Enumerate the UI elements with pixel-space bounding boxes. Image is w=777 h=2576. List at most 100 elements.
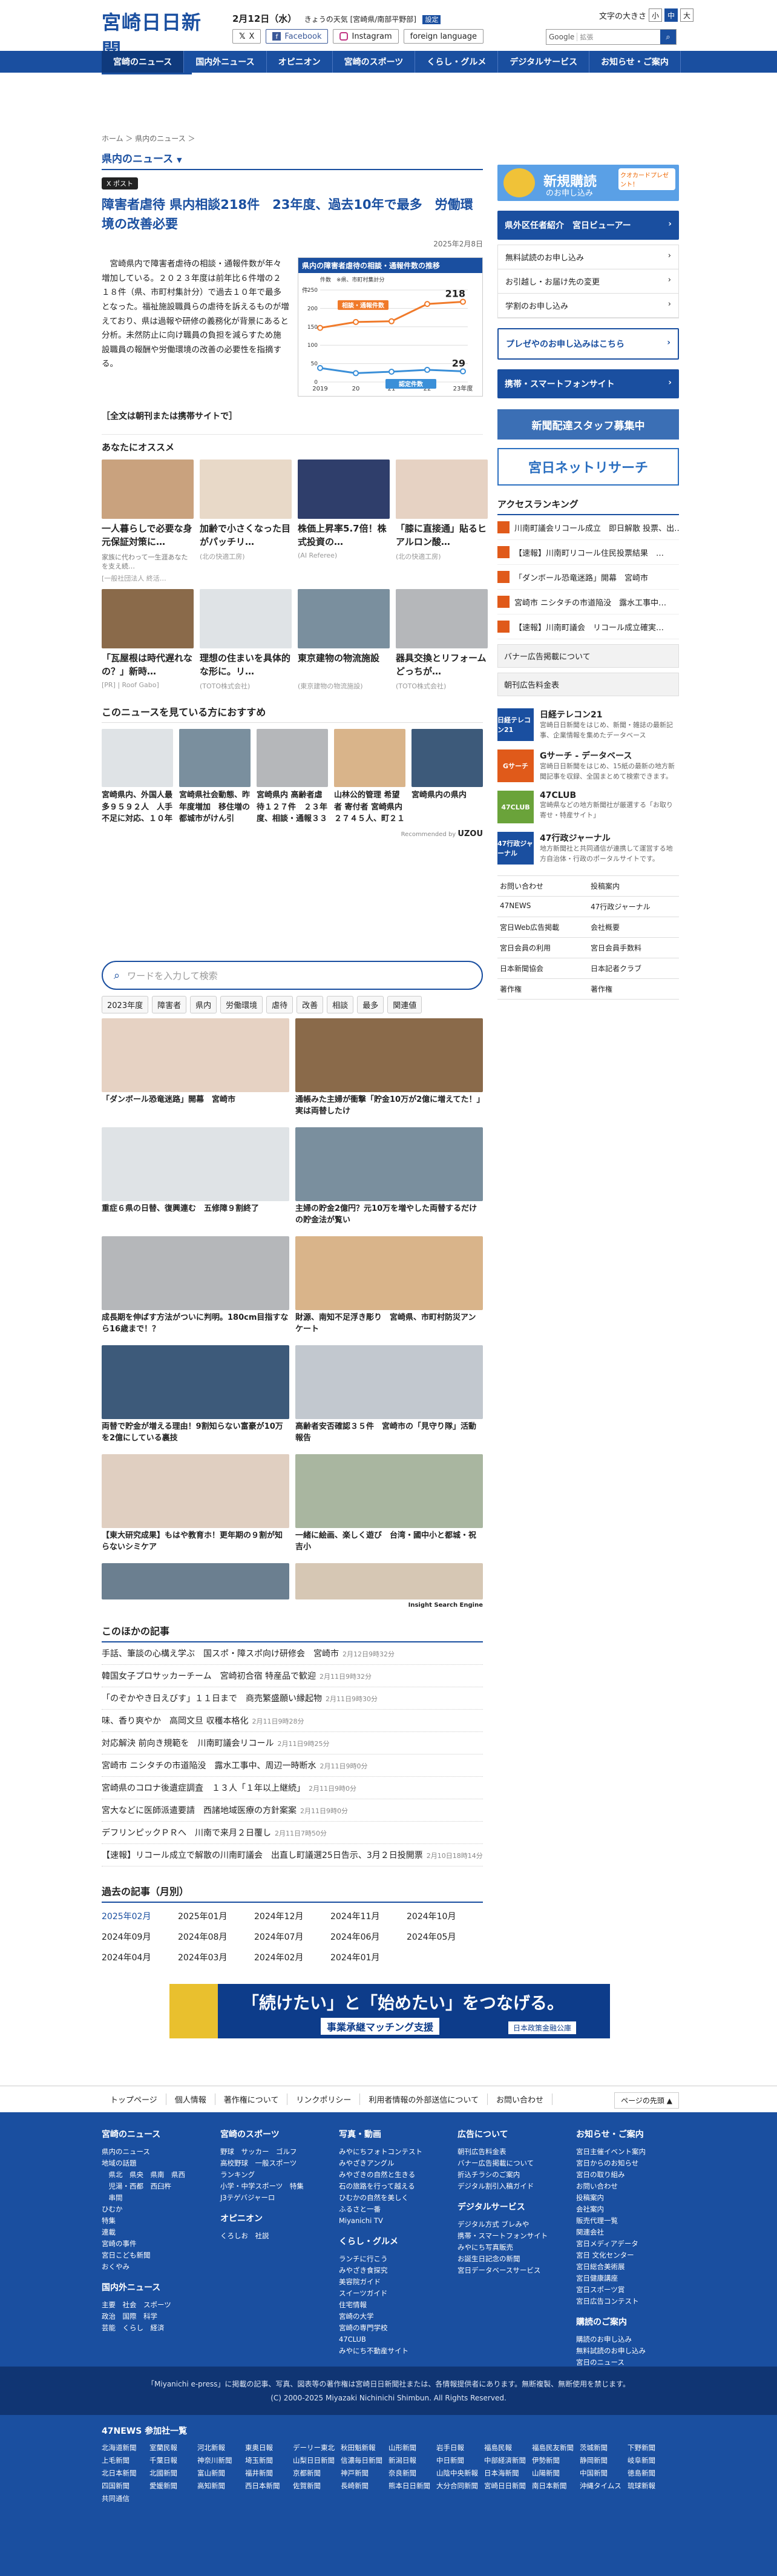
keyword-tag[interactable]: 県内 bbox=[190, 996, 217, 1013]
footer-link[interactable]: バナー広告掲載について bbox=[457, 2158, 576, 2169]
archive-month-link[interactable]: 2025年02月 bbox=[102, 1910, 178, 1922]
font-medium-button[interactable]: 中 bbox=[664, 8, 678, 22]
search-input[interactable]: 拡張 bbox=[577, 32, 660, 42]
news47-member-link[interactable]: 沖縄タイムス bbox=[580, 2481, 628, 2491]
ranking-item[interactable]: 宮崎市 ニシタチの市道陥没 露水工事中… bbox=[497, 590, 679, 614]
present-button[interactable]: プレゼやのお申し込みはこちら › bbox=[497, 328, 679, 360]
settings-button[interactable]: 設定 bbox=[422, 15, 441, 24]
sidebar-link[interactable]: 著作権 bbox=[497, 979, 588, 1000]
footer-link[interactable]: 無料試読のお申し込み bbox=[576, 2345, 677, 2357]
recommend-item[interactable]: 一人暮らしで必要な身元保証対策に… 家族に代わって一生涯あなたを支え続… [一般社団… bbox=[102, 460, 194, 583]
sub-footer-link[interactable]: リンクポリシー bbox=[287, 2093, 361, 2105]
footer-heading[interactable]: 広告について bbox=[457, 2128, 576, 2140]
footer-link[interactable]: 携帯・スマートフォンサイト bbox=[457, 2230, 576, 2242]
gallery-image[interactable] bbox=[295, 1018, 483, 1092]
page-top-button[interactable]: ページの先頭 ▲ bbox=[614, 2092, 679, 2109]
gallery-item[interactable]: 【東大研究成果】もはや教育ホ！更年期の９割が知らないシミケア bbox=[102, 1454, 289, 1555]
breadcrumb[interactable]: ホーム ＞ 県内のニュース ＞ bbox=[102, 133, 483, 145]
news47-member-link[interactable]: 茨城新聞 bbox=[580, 2443, 628, 2452]
recommend-item[interactable]: 理想の住まいを具体的な形に。リ… (TOTO株式会社) bbox=[200, 589, 292, 691]
footer-link[interactable]: 住宅情報 bbox=[339, 2299, 457, 2311]
footer-link[interactable]: 宮日の取り組み bbox=[576, 2169, 677, 2181]
sidebar-link[interactable]: 投稿案内 bbox=[588, 876, 679, 897]
student-link[interactable]: 学割のお申し込み › bbox=[498, 294, 678, 318]
news47-member-link[interactable]: 共同通信 bbox=[102, 2494, 149, 2503]
sidebar-link[interactable]: 宮日会員の利用 bbox=[497, 938, 588, 958]
news47-member-link[interactable]: 千葉日報 bbox=[149, 2456, 197, 2465]
other-article-link[interactable]: 【速報】リコール成立で解散の川南町議会 出直し町議選25日告示、3月２日投開票 bbox=[102, 1851, 423, 1860]
other-article-link[interactable]: デフリンピックＰＲへ 川南で来月２日覆し bbox=[102, 1828, 271, 1838]
sidebar-link[interactable]: 著作権 bbox=[588, 979, 679, 1000]
footer-link[interactable]: 石の旅路を行って越える bbox=[339, 2181, 457, 2192]
sub-footer-link[interactable]: お問い合わせ bbox=[488, 2093, 553, 2105]
keyword-tag[interactable]: 改善 bbox=[297, 996, 324, 1013]
watch-title[interactable]: 宮崎県内、外国人最多９５９２人 人手不足に対応、１０年 bbox=[102, 789, 173, 826]
watch-item[interactable]: 宮崎県内の県内 bbox=[411, 729, 483, 826]
ranking-title[interactable]: 【速報】川南町議会 リコール成立確実… bbox=[514, 621, 664, 633]
footer-link[interactable]: 宮日健康講座 bbox=[576, 2273, 677, 2284]
news47-member-link[interactable]: 佐賀新聞 bbox=[293, 2481, 341, 2491]
ranking-item[interactable]: 「ダンボール恐竜迷路」開幕 宮崎市 bbox=[497, 565, 679, 590]
gallery-item[interactable]: 成長期を伸ばす方法がついに判明。180cm目指すなら16歳まで！？ bbox=[102, 1236, 289, 1337]
gallery-image[interactable] bbox=[102, 1236, 289, 1310]
net-research-ad[interactable]: 宮日ネットリサーチ bbox=[497, 448, 679, 486]
other-article-item[interactable]: 宮大などに医師派遣要請 西諸地域医療の方針案案 2月11日9時0分 bbox=[102, 1799, 483, 1822]
watch-item[interactable]: 宮崎県内、外国人最多９５９２人 人手不足に対応、１０年 bbox=[102, 729, 173, 826]
footer-link[interactable]: お誕生日記念の新聞 bbox=[457, 2253, 576, 2265]
sidebar-link[interactable]: 47行政ジャーナル bbox=[588, 897, 679, 917]
news47-member-link[interactable]: 上毛新聞 bbox=[102, 2456, 149, 2465]
gallery-title[interactable]: 高齢者安否確認３５件 宮崎市の「見守り隊」活動報告 bbox=[295, 1421, 483, 1446]
nav-info[interactable]: お知らせ・ご案内 bbox=[589, 51, 681, 73]
recommend-title[interactable]: 一人暮らしで必要な身元保証対策に… bbox=[102, 522, 194, 550]
footer-link[interactable]: J3テゲバジャーロ bbox=[220, 2192, 339, 2204]
footer-heading[interactable]: 国内外ニュース bbox=[102, 2281, 220, 2293]
news47-member-link[interactable]: 奈良新聞 bbox=[388, 2468, 436, 2478]
footer-link[interactable]: ふるさと一番 bbox=[339, 2204, 457, 2215]
recommend-item[interactable]: 東京建物の物流施設 (東京建物の物流施設) bbox=[298, 589, 390, 691]
news47-member-link[interactable]: 岐阜新聞 bbox=[628, 2456, 675, 2465]
gallery-title[interactable]: 財源、南知不足浮き彫り 宮崎県、市町村防災アンケート bbox=[295, 1313, 483, 1337]
sidebar-link[interactable]: 会社概要 bbox=[588, 917, 679, 938]
service-item[interactable]: Gサーチ Gサーチ - データベース 宮崎日日新聞をはじめ、15紙の最新の地方新聞記… bbox=[497, 749, 679, 782]
footer-link[interactable]: ひむかの自然を美しく bbox=[339, 2192, 457, 2204]
footer-link[interactable]: 宮日データベースサービス bbox=[457, 2265, 576, 2276]
move-link[interactable]: お引越し・お届け先の変更 › bbox=[498, 269, 678, 294]
keyword-tag[interactable]: 相談 bbox=[327, 996, 354, 1013]
gallery-title[interactable]: 重症６県の日替、復興連む 五修障９割終了 bbox=[102, 1204, 289, 1228]
gallery-image[interactable] bbox=[295, 1236, 483, 1310]
footer-link[interactable]: 野球 サッカー ゴルフ bbox=[220, 2146, 339, 2158]
news47-member-link[interactable]: 徳島新聞 bbox=[628, 2468, 675, 2478]
footer-link[interactable]: ランチに行こう bbox=[339, 2253, 457, 2265]
gallery-title[interactable]: 成長期を伸ばす方法がついに判明。180cm目指すなら16歳まで！？ bbox=[102, 1313, 289, 1337]
jfc-banner[interactable]: 「続けたい」と「始めたい」をつなげる。 事業承継マッチング支援 日本政策金融公庫 bbox=[169, 1984, 610, 2038]
gallery-title[interactable]: 「ダンボール恐竜迷路」開幕 宮崎市 bbox=[102, 1095, 289, 1119]
archive-month-link[interactable]: 2024年02月 bbox=[254, 1951, 330, 1963]
recommend-image[interactable] bbox=[102, 460, 194, 519]
delivery-staff-ad[interactable]: 新聞配達スタッフ募集中 bbox=[497, 409, 679, 440]
recommend-image[interactable] bbox=[200, 589, 292, 648]
other-article-item[interactable]: デフリンピックＰＲへ 川南で来月２日覆し 2月11日7時50分 bbox=[102, 1822, 483, 1844]
footer-heading[interactable]: 宮崎のスポーツ bbox=[220, 2128, 339, 2140]
news47-member-link[interactable]: 中国新聞 bbox=[580, 2468, 628, 2478]
ad-rates[interactable]: 朝刊広告料金表 bbox=[497, 673, 679, 696]
gallery-item[interactable]: 重症６県の日替、復興連む 五修障９割終了 bbox=[102, 1127, 289, 1228]
footer-link[interactable]: 宮日 文化センター bbox=[576, 2250, 677, 2261]
gallery-title[interactable]: 【東大研究成果】もはや教育ホ！更年期の９割が知らないシミケア bbox=[102, 1530, 289, 1555]
footer-heading[interactable]: お知らせ・ご案内 bbox=[576, 2128, 677, 2140]
mobile-site-button[interactable]: 携帯・スマートフォンサイト › bbox=[497, 369, 679, 398]
recommend-image[interactable] bbox=[298, 460, 390, 519]
footer-link[interactable]: 特集 bbox=[102, 2215, 220, 2227]
news47-member-link[interactable]: 山梨日日新聞 bbox=[293, 2456, 341, 2465]
recommend-title[interactable]: 「膝に直接通」貼るヒアルロン酸… bbox=[396, 522, 488, 550]
foreign-language-link[interactable]: foreign language bbox=[403, 29, 484, 44]
footer-link[interactable]: 会社案内 bbox=[576, 2204, 677, 2215]
watch-image[interactable] bbox=[102, 729, 173, 787]
other-article-item[interactable]: 韓国女子プロサッカーチーム 宮崎初合宿 特産品で歓迎 2月11日9時32分 bbox=[102, 1665, 483, 1687]
gallery-item[interactable]: 通帳みた主婦が衝撃「貯金10万が2億に増えてた！」実は両替したけ bbox=[295, 1018, 483, 1119]
archive-month-link[interactable]: 2024年07月 bbox=[254, 1931, 330, 1943]
other-article-link[interactable]: 宮崎県のコロナ後遺症調査 １３人「１年以上継続」 bbox=[102, 1784, 305, 1793]
other-article-item[interactable]: 【速報】リコール成立で解散の川南町議会 出直し町議選25日告示、3月２日投開票 2… bbox=[102, 1844, 483, 1866]
footer-link[interactable]: みやにち不動産サイト bbox=[339, 2345, 457, 2357]
news47-member-link[interactable]: 河北新報 bbox=[197, 2443, 245, 2452]
watch-item[interactable]: 宮崎県社会動態、昨年度増加 移住増の都城市がけん引 bbox=[179, 729, 251, 826]
